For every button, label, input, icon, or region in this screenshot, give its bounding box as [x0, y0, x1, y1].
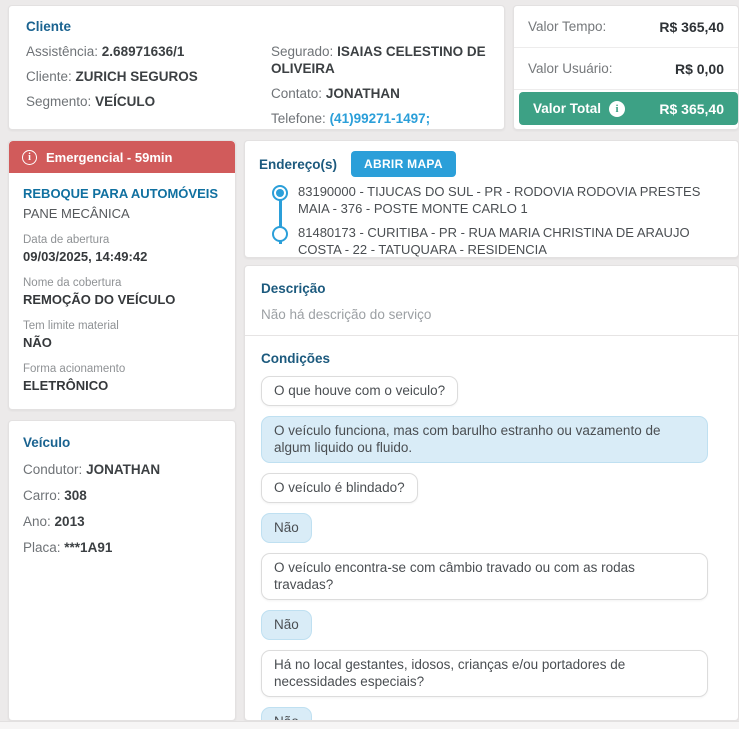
phone-label: Telefone: — [271, 111, 326, 126]
contact-value: JONATHAN — [325, 86, 400, 101]
car-field: Carro: 308 — [23, 487, 221, 504]
plate-field: Placa: ***1A91 — [23, 539, 221, 556]
year-field: Ano: 2013 — [23, 513, 221, 530]
phone-field: Telefone: (41)99271-1497; — [271, 110, 487, 127]
description-title: Descrição — [261, 281, 326, 296]
condition-question-bubble: Há no local gestantes, idosos, crianças … — [261, 650, 709, 697]
valor-usuario-row: Valor Usuário: R$ 0,00 — [514, 48, 738, 90]
client-name-field: Cliente: ZURICH SEGUROS — [26, 68, 271, 85]
addresses-title: Endereço(s) — [259, 156, 338, 172]
activation-mode-field: Forma acionamento ELETRÔNICO — [23, 362, 221, 393]
description-conditions-card: Descrição Não há descrição do serviço Co… — [244, 265, 739, 721]
client-label: Cliente: — [26, 69, 72, 84]
valor-total-value: R$ 365,40 — [659, 100, 724, 117]
main-row: i Emergencial - 59min REBOQUE PARA AUTOM… — [8, 140, 739, 721]
valor-total-label-wrap: Valor Total i — [533, 100, 626, 117]
service-card-body: REBOQUE PARA AUTOMÓVEIS PANE MECÂNICA Da… — [9, 173, 235, 409]
driver-label: Condutor: — [23, 462, 83, 477]
valor-usuario-label: Valor Usuário: — [528, 61, 613, 76]
totals-card: Valor Tempo: R$ 365,40 Valor Usuário: R$… — [513, 5, 739, 130]
car-value: 308 — [64, 488, 87, 503]
vehicle-fields: Condutor: JONATHAN Carro: 308 Ano: 2013 … — [23, 461, 221, 556]
year-value: 2013 — [54, 514, 85, 529]
destination-marker-icon — [272, 226, 288, 242]
plate-label: Placa: — [23, 540, 61, 555]
coverage-name-value: REMOÇÃO DO VEÍCULO — [23, 292, 176, 307]
open-date-value: 09/03/2025, 14:49:42 — [23, 249, 148, 264]
phone-link[interactable]: (41)99271-1497; — [330, 111, 431, 126]
condition-answer-bubble: Não — [261, 610, 312, 640]
contact-label: Contato: — [271, 86, 323, 101]
condition-question-bubble: O veículo encontra-se com câmbio travado… — [261, 553, 709, 600]
info-icon[interactable]: i — [609, 100, 626, 117]
material-limit-label: Tem limite material — [23, 320, 119, 332]
driver-value: JONATHAN — [86, 462, 161, 477]
client-column-left: Assistência: 2.68971636/1 Cliente: ZURIC… — [26, 43, 271, 127]
left-column: i Emergencial - 59min REBOQUE PARA AUTOM… — [8, 140, 236, 721]
vehicle-card: Veículo Condutor: JONATHAN Carro: 308 An… — [8, 420, 236, 721]
bottom-cutoff-strip — [0, 721, 739, 729]
assistance-number-field: Assistência: 2.68971636/1 — [26, 43, 271, 60]
assistance-detail-page: Cliente Assistência: 2.68971636/1 Client… — [0, 0, 739, 729]
emergency-banner-label: Emergencial - 59min — [46, 149, 173, 165]
address-row-origin: 83190000 - TIJUCAS DO SUL - PR - RODOVIA… — [259, 184, 724, 217]
valor-usuario-value: R$ 0,00 — [674, 60, 724, 77]
section-divider — [245, 335, 738, 336]
emergency-banner: i Emergencial - 59min — [9, 141, 235, 173]
coverage-name-field: Nome da cobertura REMOÇÃO DO VEÍCULO — [23, 276, 221, 307]
client-card: Cliente Assistência: 2.68971636/1 Client… — [8, 5, 505, 130]
origin-address-text: 83190000 - TIJUCAS DO SUL - PR - RODOVIA… — [298, 184, 701, 216]
destination-address-text: 81480173 - CURITIBA - PR - RUA MARIA CHR… — [298, 225, 690, 257]
plate-value: ***1A91 — [64, 540, 113, 555]
origin-marker-icon — [272, 185, 288, 201]
material-limit-value: NÃO — [23, 335, 52, 350]
right-column: Endereço(s) ABRIR MAPA 83190000 - TIJUCA… — [244, 140, 739, 721]
address-timeline: 83190000 - TIJUCAS DO SUL - PR - RODOVIA… — [259, 184, 724, 257]
assistance-value: 2.68971636/1 — [101, 44, 185, 59]
service-title: REBOQUE PARA AUTOMÓVEIS — [23, 186, 219, 201]
insured-label: Segurado: — [271, 44, 334, 59]
service-card: i Emergencial - 59min REBOQUE PARA AUTOM… — [8, 140, 236, 410]
service-subtitle: PANE MECÂNICA — [23, 206, 130, 221]
vehicle-card-title: Veículo — [23, 435, 71, 450]
info-icon[interactable]: i — [22, 149, 37, 165]
insured-field: Segurado: ISAIAS CELESTINO DE OLIVEIRA — [271, 43, 487, 77]
activation-mode-value: ELETRÔNICO — [23, 378, 109, 393]
assistance-label: Assistência: — [26, 44, 99, 59]
condition-answer-bubble: O veículo funciona, mas com barulho estr… — [261, 416, 709, 463]
valor-total-label: Valor Total — [533, 101, 602, 116]
client-columns: Assistência: 2.68971636/1 Cliente: ZURIC… — [26, 43, 487, 127]
top-row: Cliente Assistência: 2.68971636/1 Client… — [8, 5, 739, 130]
contact-field: Contato: JONATHAN — [271, 85, 487, 102]
open-date-field: Data de abertura 09/03/2025, 14:49:42 — [23, 233, 221, 264]
client-column-right: Segurado: ISAIAS CELESTINO DE OLIVEIRA C… — [271, 43, 487, 127]
material-limit-field: Tem limite material NÃO — [23, 319, 221, 350]
segment-value: VEÍCULO — [95, 94, 156, 109]
open-map-button[interactable]: ABRIR MAPA — [351, 151, 456, 177]
segment-label: Segmento: — [26, 94, 92, 109]
address-row-destination: 81480173 - CURITIBA - PR - RUA MARIA CHR… — [259, 225, 724, 257]
client-card-title: Cliente — [26, 19, 72, 34]
car-label: Carro: — [23, 488, 61, 503]
condition-answer-bubble: Não — [261, 707, 312, 720]
description-empty-text: Não há descrição do serviço — [261, 307, 432, 322]
conditions-title: Condições — [261, 351, 331, 366]
valor-total-bar: Valor Total i R$ 365,40 — [519, 92, 738, 125]
coverage-name-label: Nome da cobertura — [23, 277, 122, 289]
client-value: ZURICH SEGUROS — [75, 69, 198, 84]
condition-question-bubble: O veículo é blindado? — [261, 473, 418, 503]
year-label: Ano: — [23, 514, 51, 529]
driver-field: Condutor: JONATHAN — [23, 461, 221, 478]
valor-tempo-value: R$ 365,40 — [659, 18, 724, 35]
valor-tempo-label: Valor Tempo: — [528, 19, 607, 34]
condition-question-bubble: O que houve com o veiculo? — [261, 376, 459, 406]
addresses-header: Endereço(s) ABRIR MAPA — [259, 151, 724, 177]
activation-mode-label: Forma acionamento — [23, 363, 126, 375]
addresses-card: Endereço(s) ABRIR MAPA 83190000 - TIJUCA… — [244, 140, 739, 258]
condition-answer-bubble: Não — [261, 513, 312, 543]
valor-tempo-row: Valor Tempo: R$ 365,40 — [514, 6, 738, 48]
open-date-label: Data de abertura — [23, 234, 110, 246]
segment-field: Segmento: VEÍCULO — [26, 93, 271, 110]
